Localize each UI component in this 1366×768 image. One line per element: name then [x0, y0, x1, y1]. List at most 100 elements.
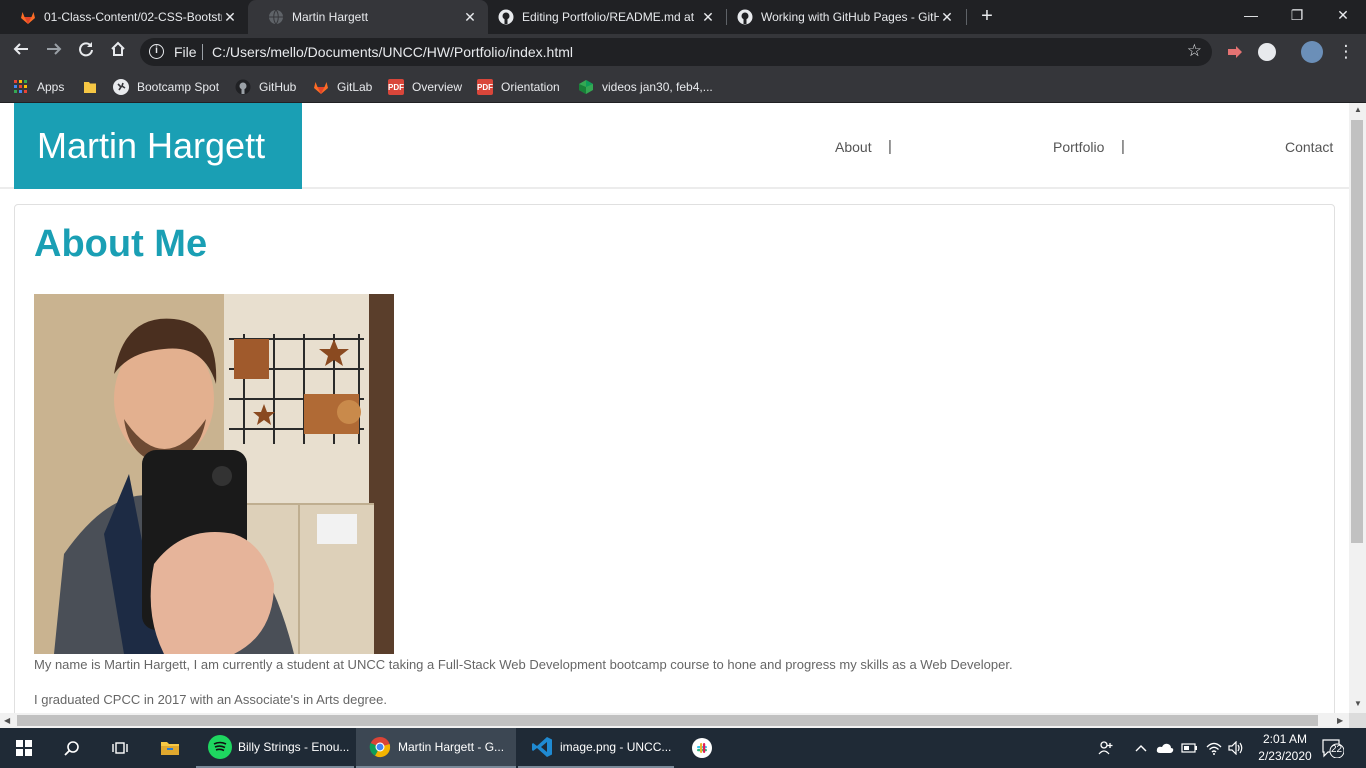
about-paragraph-1: My name is Martin Hargett, I am currentl… — [34, 657, 1013, 672]
menu-kebab-icon[interactable]: ⋮ — [1332, 38, 1360, 66]
onedrive-cloud-icon[interactable] — [1155, 728, 1175, 768]
arrow-left-icon — [13, 43, 28, 55]
nav-portfolio-link[interactable]: Portfolio — [1053, 139, 1104, 155]
taskbar-app-label: Martin Hargett - G... — [398, 740, 505, 754]
tab-title: Editing Portfolio/README.md at — [522, 10, 695, 24]
drive-icon — [578, 79, 594, 95]
wifi-icon[interactable] — [1204, 728, 1224, 768]
vertical-scrollbar[interactable]: ▲ ▼ — [1349, 103, 1366, 713]
about-heading: About Me — [34, 223, 208, 265]
bookmark-videos[interactable]: videos jan30, feb4,... — [578, 77, 713, 97]
action-center-button[interactable]: 22 — [1322, 738, 1344, 758]
home-button[interactable] — [104, 38, 132, 66]
bookmark-orientation[interactable]: PDF Orientation — [477, 77, 560, 97]
reload-button[interactable] — [72, 38, 100, 66]
site-header: Martin Hargett About | Portfolio | Conta… — [0, 103, 1349, 189]
battery-icon[interactable] — [1179, 728, 1199, 768]
tab-martin-hargett[interactable]: Martin Hargett ✕ — [248, 0, 488, 34]
bookmark-overview[interactable]: PDF Overview — [388, 77, 462, 97]
nav-contact-link[interactable]: Contact — [1285, 139, 1333, 155]
forward-button[interactable] — [40, 38, 68, 66]
taskbar-app-chrome[interactable]: Martin Hargett - G... — [356, 728, 516, 768]
profile-avatar[interactable] — [1301, 41, 1323, 63]
clock-time: 2:01 AM — [1262, 732, 1308, 746]
file-explorer-button[interactable] — [146, 728, 194, 768]
nav-separator: | — [1121, 138, 1125, 155]
omnibox-divider — [202, 44, 203, 60]
bookmark-folder[interactable] — [82, 77, 106, 97]
taskbar-app-vscode[interactable]: image.png - UNCC... — [518, 728, 674, 768]
task-view-button[interactable] — [96, 728, 144, 768]
taskbar-app-label: Billy Strings - Enou... — [238, 740, 350, 754]
volume-icon[interactable] — [1226, 728, 1246, 768]
back-button[interactable] — [7, 38, 35, 66]
folder-icon — [82, 79, 98, 95]
close-window-button[interactable]: ✕ — [1320, 0, 1366, 30]
restore-button[interactable]: ❐ — [1274, 0, 1320, 30]
close-tab-icon[interactable]: ✕ — [222, 9, 238, 26]
system-clock[interactable]: 2:01 AM 2/23/2020 — [1245, 731, 1325, 765]
url-scheme: File — [174, 44, 197, 60]
new-tab-button[interactable]: + — [976, 5, 998, 27]
tab-editing-portfolio[interactable]: Editing Portfolio/README.md at ✕ — [478, 0, 726, 34]
bookmark-label: Overview — [412, 80, 463, 94]
minimize-button[interactable]: — — [1228, 0, 1274, 30]
bookmark-github[interactable]: GitHub — [235, 77, 296, 97]
nav-about-link[interactable]: About — [835, 139, 872, 155]
globe-icon — [268, 9, 284, 25]
close-tab-icon[interactable]: ✕ — [939, 9, 955, 26]
gitlab-icon — [20, 9, 36, 25]
bookmark-gitlab[interactable]: GitLab — [313, 77, 372, 97]
globe-icon — [113, 79, 129, 95]
url-text[interactable]: C:/Users/mello/Documents/UNCC/HW/Portfol… — [212, 44, 573, 60]
horizontal-scroll-thumb[interactable] — [17, 715, 1318, 726]
close-tab-icon[interactable]: ✕ — [700, 9, 716, 26]
taskbar-app-spotify[interactable]: Billy Strings - Enou... — [196, 728, 354, 768]
nav-separator: | — [888, 138, 892, 155]
extension-icon[interactable] — [1226, 43, 1244, 61]
vertical-scroll-thumb[interactable] — [1351, 120, 1363, 543]
scrollbar-corner — [1349, 713, 1366, 728]
task-view-icon — [112, 742, 128, 754]
gitlab-icon — [313, 79, 329, 95]
spotify-icon — [208, 735, 232, 759]
bookmark-bootcamp-spot[interactable]: Bootcamp Spot — [113, 77, 219, 97]
tab-github-pages[interactable]: Working with GitHub Pages - GitHub ✕ — [717, 0, 965, 34]
start-button[interactable] — [0, 728, 48, 768]
chevron-up-icon[interactable] — [1133, 728, 1149, 768]
extension-icon[interactable] — [1258, 43, 1276, 61]
github-icon — [235, 79, 251, 95]
horizontal-scrollbar[interactable]: ◀ ▶ — [0, 713, 1349, 728]
taskbar-app-slack[interactable] — [678, 728, 726, 768]
chrome-icon — [368, 735, 392, 759]
tab-class-content[interactable]: 01-Class-Content/02-CSS-Bootstrap ✕ — [0, 0, 248, 34]
scroll-left-icon[interactable]: ◀ — [4, 716, 10, 725]
close-tab-icon[interactable]: ✕ — [462, 9, 478, 26]
address-bar[interactable]: i File C:/Users/mello/Documents/UNCC/HW/… — [140, 38, 1212, 66]
site-brand[interactable]: Martin Hargett — [14, 103, 302, 189]
pdf-icon: PDF — [388, 79, 404, 95]
bookmark-label: Orientation — [501, 80, 560, 94]
github-icon — [737, 9, 753, 25]
notification-count: 22 — [1331, 744, 1343, 755]
bookmark-label: Apps — [37, 80, 65, 94]
tab-title: 01-Class-Content/02-CSS-Bootstrap — [44, 10, 222, 24]
pdf-icon: PDF — [477, 79, 493, 95]
profile-photo — [34, 294, 394, 654]
scroll-down-icon[interactable]: ▼ — [1354, 699, 1362, 708]
info-icon[interactable]: i — [149, 44, 164, 59]
bookmark-apps[interactable]: Apps — [13, 77, 64, 97]
github-icon — [498, 9, 514, 25]
bookmark-star-icon[interactable]: ☆ — [1187, 41, 1202, 61]
scroll-right-icon[interactable]: ▶ — [1337, 716, 1343, 725]
windows-logo-icon — [16, 740, 32, 756]
bookmarks-bar: Apps Bootcamp Spot GitHub GitLab PDF Ove… — [0, 71, 1366, 103]
people-icon[interactable] — [1096, 728, 1116, 768]
scroll-up-icon[interactable]: ▲ — [1354, 105, 1362, 114]
search-icon — [64, 741, 79, 756]
search-button[interactable] — [48, 728, 96, 768]
about-paragraph-2: I graduated CPCC in 2017 with an Associa… — [34, 692, 387, 707]
about-section: About Me My name is Martin Hargett, I am… — [14, 204, 1335, 728]
browser-toolbar: i File C:/Users/mello/Documents/UNCC/HW/… — [0, 34, 1366, 71]
arrow-right-icon — [47, 43, 62, 55]
